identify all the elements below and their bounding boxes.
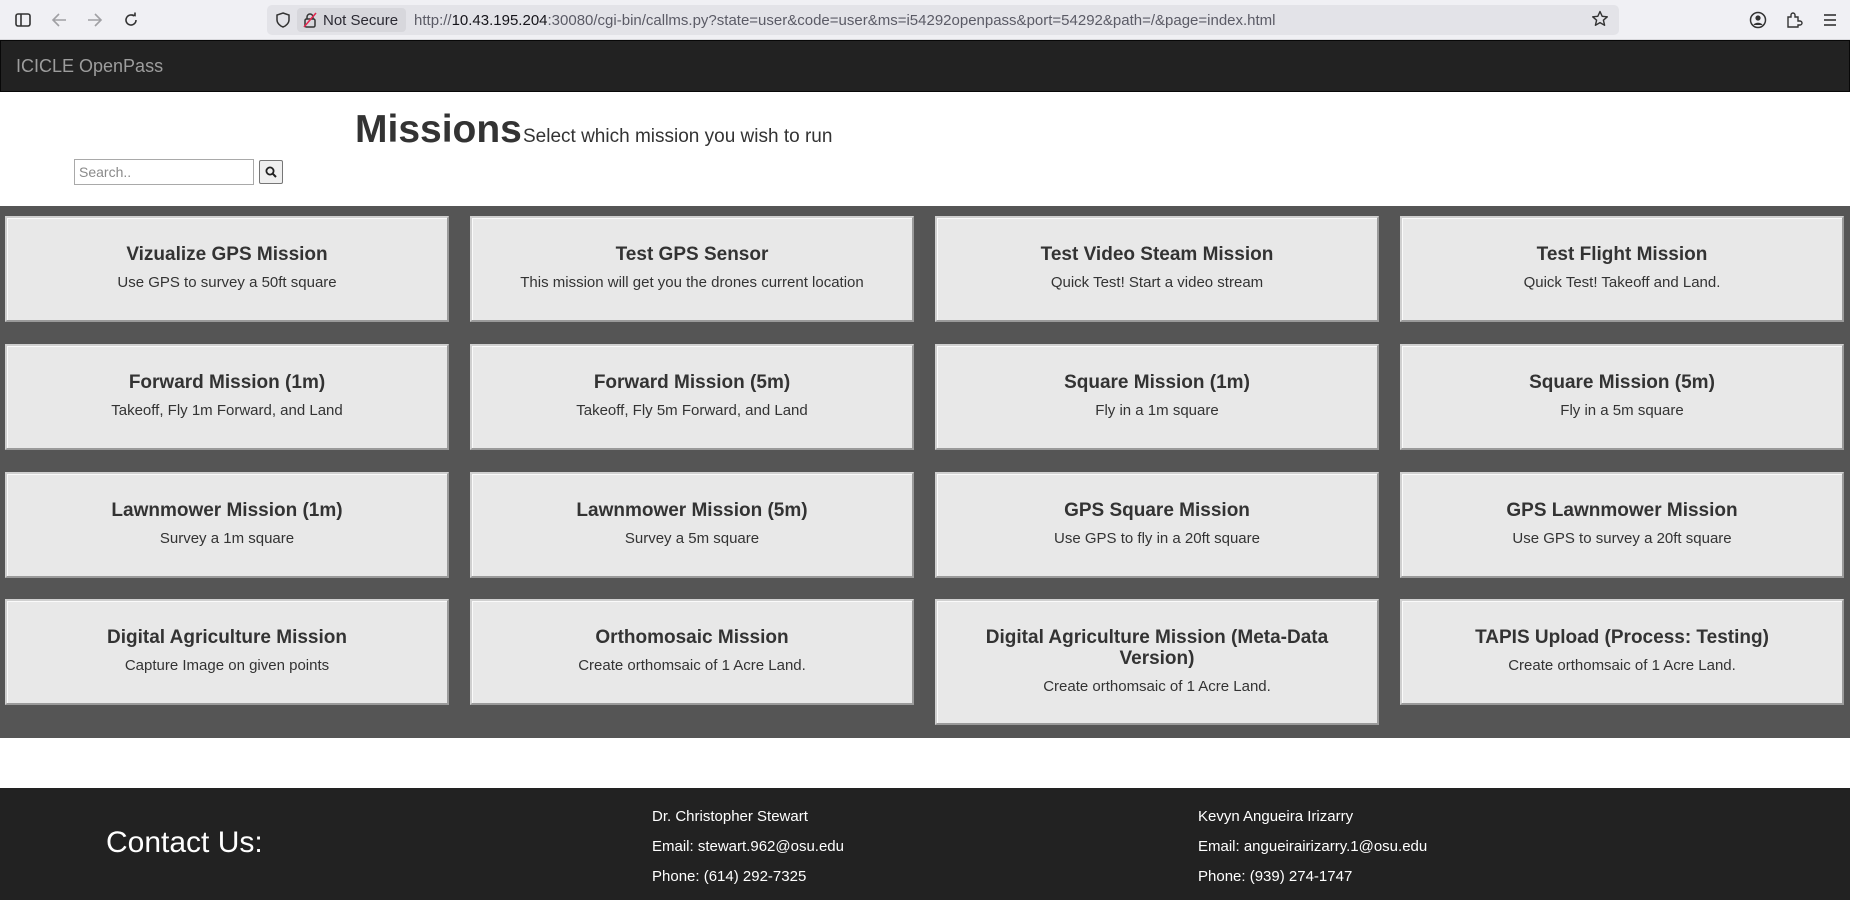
menu-icon[interactable] [1812,0,1848,40]
back-arrow-icon[interactable] [41,0,77,40]
contact-email: Email: stewart.962@osu.edu [652,838,844,855]
reload-icon[interactable] [113,0,149,40]
mission-description: Create orthomsaic of 1 Acre Land. [578,657,806,674]
url-text: http://10.43.195.204:30080/cgi-bin/callm… [414,12,1275,29]
mission-title: Square Mission (1m) [1064,372,1250,393]
mission-description: Quick Test! Start a video stream [1050,274,1264,291]
mission-description: This mission will get you the drones cur… [520,274,864,291]
contact-phone: Phone: (614) 292-7325 [652,868,807,885]
shield-icon[interactable] [275,12,291,28]
brand-link[interactable]: ICICLE OpenPass [16,56,163,77]
mission-description: Quick Test! Takeoff and Land. [1523,274,1721,291]
mission-description: Survey a 5m square [624,530,760,547]
search-icon [265,166,277,178]
url-host: 10.43.195.204 [451,11,548,29]
mission-card[interactable]: GPS Lawnmower Mission Use GPS to survey … [1400,472,1844,578]
mission-title: GPS Square Mission [1064,500,1250,521]
mission-card[interactable]: TAPIS Upload (Process: Testing) Create o… [1400,599,1844,705]
contact-heading: Contact Us: [106,826,263,859]
address-bar[interactable]: Not Secure http://10.43.195.204:30080/cg… [267,5,1619,35]
contact-card: Kevyn Angueira Irizarry Email: angueirai… [1198,808,1427,898]
search-button[interactable] [259,160,283,184]
mission-card[interactable]: Vizualize GPS Mission Use GPS to survey … [5,216,449,322]
mission-card[interactable]: Digital Agriculture Mission (Meta-Data V… [935,599,1379,725]
mission-title: Vizualize GPS Mission [126,244,328,265]
mission-description: Takeoff, Fly 5m Forward, and Land [576,402,808,419]
contact-name: Dr. Christopher Stewart [652,808,808,825]
page-title: Missions [355,108,522,151]
mission-description: Use GPS to survey a 50ft square [117,274,337,291]
contact-name: Kevyn Angueira Irizarry [1198,808,1354,825]
mission-title: Lawnmower Mission (5m) [576,500,808,521]
mission-title: Forward Mission (1m) [128,372,326,393]
mission-title: Digital Agriculture Mission (Meta-Data V… [985,627,1329,669]
mission-title: TAPIS Upload (Process: Testing) [1475,627,1769,648]
footer: Contact Us: Dr. Christopher Stewart Emai… [0,788,1850,900]
url-path: :30080/cgi-bin/callms.py?state=user&code… [547,11,1276,29]
mission-description: Fly in a 5m square [1560,402,1684,419]
mission-title: Digital Agriculture Mission [107,627,347,648]
mission-description: Capture Image on given points [124,657,330,674]
mission-card[interactable]: Square Mission (1m) Fly in a 1m square [935,344,1379,450]
mission-card[interactable]: Forward Mission (5m) Takeoff, Fly 5m For… [470,344,914,450]
not-secure-label: Not Secure [323,11,399,29]
mission-card[interactable]: GPS Square Mission Use GPS to fly in a 2… [935,472,1379,578]
contact-card: Dr. Christopher Stewart Email: stewart.9… [652,808,844,898]
mission-title: Orthomosaic Mission [595,627,789,648]
mission-card[interactable]: Lawnmower Mission (5m) Survey a 5m squar… [470,472,914,578]
search-input[interactable] [74,159,254,185]
bookmark-star-icon[interactable] [1591,10,1609,32]
mission-card[interactable]: Forward Mission (1m) Takeoff, Fly 1m For… [5,344,449,450]
mission-description: Use GPS to survey a 20ft square [1512,530,1732,547]
mission-description: Create orthomsaic of 1 Acre Land. [1043,678,1271,695]
forward-arrow-icon[interactable] [77,0,113,40]
mission-title: Square Mission (5m) [1529,372,1715,393]
mission-description: Use GPS to fly in a 20ft square [1054,530,1260,547]
mission-description: Fly in a 1m square [1095,402,1219,419]
mission-card[interactable]: Digital Agriculture Mission Capture Imag… [5,599,449,705]
account-icon[interactable] [1740,0,1776,40]
mission-title: GPS Lawnmower Mission [1506,500,1738,521]
mission-title: Test Video Steam Mission [1040,244,1274,265]
mission-card[interactable]: Test GPS Sensor This mission will get yo… [470,216,914,322]
mission-description: Create orthomsaic of 1 Acre Land. [1508,657,1736,674]
search-form [74,159,283,185]
mission-card[interactable]: Test Flight Mission Quick Test! Takeoff … [1400,216,1844,322]
url-scheme: http:// [414,11,452,29]
mission-card[interactable]: Lawnmower Mission (1m) Survey a 1m squar… [5,472,449,578]
mission-description: Takeoff, Fly 1m Forward, and Land [111,402,343,419]
mission-title: Lawnmower Mission (1m) [111,500,343,521]
missions-grid: Vizualize GPS Mission Use GPS to survey … [0,206,1850,738]
insecure-lock-icon [303,12,317,28]
mission-title: Test GPS Sensor [615,244,769,265]
mission-title: Forward Mission (5m) [593,372,791,393]
mission-title: Test Flight Mission [1536,244,1708,265]
extensions-icon[interactable] [1776,0,1812,40]
security-indicator[interactable]: Not Secure [297,8,407,32]
mission-card[interactable]: Square Mission (5m) Fly in a 5m square [1400,344,1844,450]
app-navbar: ICICLE OpenPass [0,40,1850,92]
sidebar-toggle-icon[interactable] [5,0,41,40]
mission-card[interactable]: Test Video Steam Mission Quick Test! Sta… [935,216,1379,322]
mission-card[interactable]: Orthomosaic Mission Create orthomsaic of… [470,599,914,705]
mission-description: Survey a 1m square [159,530,295,547]
contact-email: Email: angueirairizarry.1@osu.edu [1198,838,1428,855]
page-subtitle: Select which mission you wish to run [523,126,833,147]
browser-toolbar: Not Secure http://10.43.195.204:30080/cg… [0,0,1850,40]
contact-phone: Phone: (939) 274-1747 [1198,868,1353,885]
page-header: Missions Select which mission you wish t… [0,92,1850,206]
